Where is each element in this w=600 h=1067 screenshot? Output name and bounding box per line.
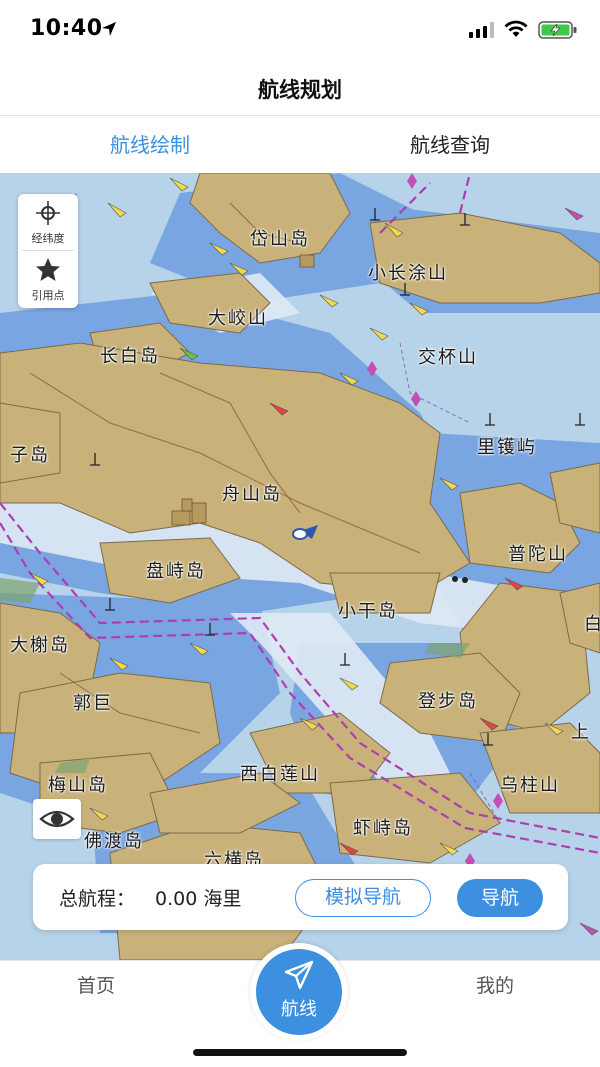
tabbar-item-home[interactable]: 首页 bbox=[77, 971, 115, 998]
map-tool-panel: 经纬度 引用点 bbox=[18, 194, 78, 308]
place-label: 子岛 bbox=[10, 445, 50, 466]
eye-locate-icon bbox=[39, 810, 75, 828]
tab-route-draw[interactable]: 航线绘制 bbox=[0, 117, 300, 173]
reference-point-button[interactable]: 引用点 bbox=[18, 251, 78, 307]
location-arrow-icon bbox=[102, 22, 116, 36]
route-button-label: 航线 bbox=[281, 999, 317, 1020]
place-label: 大峧山 bbox=[208, 308, 268, 329]
page-title: 航线规划 bbox=[258, 78, 342, 102]
status-time: 10:40 bbox=[30, 16, 103, 41]
place-label: 盘峙岛 bbox=[146, 561, 206, 582]
battery-charging-icon bbox=[538, 21, 577, 39]
cellular-signal-icon bbox=[469, 22, 494, 38]
place-label: 交杯山 bbox=[418, 347, 478, 368]
simulate-navigation-button[interactable]: 模拟导航 bbox=[295, 879, 431, 917]
place-label: 郭巨 bbox=[73, 693, 113, 714]
place-label: 小长涂山 bbox=[368, 263, 448, 284]
place-label: 岱山岛 bbox=[250, 229, 310, 250]
coordinates-label: 经纬度 bbox=[31, 232, 65, 245]
place-label: 乌柱山 bbox=[500, 775, 560, 796]
segment-tabs: 航线绘制 航线查询 bbox=[0, 117, 600, 173]
start-navigation-button[interactable]: 导航 bbox=[457, 879, 543, 917]
star-icon bbox=[36, 258, 60, 281]
route-summary-card: 总航程： 0.00 海里 模拟导航 导航 bbox=[33, 864, 568, 930]
place-label: 里镬屿 bbox=[477, 437, 537, 458]
place-label: 西白莲山 bbox=[240, 764, 320, 785]
reference-point-label: 引用点 bbox=[31, 289, 65, 302]
wifi-icon bbox=[504, 20, 528, 37]
place-label: 虾峙岛 bbox=[353, 818, 413, 839]
navigation-bar: 航线规划 bbox=[0, 60, 600, 116]
place-label: 长白岛 bbox=[100, 346, 160, 367]
locate-me-button[interactable] bbox=[33, 799, 81, 839]
total-distance-label: 总航程： bbox=[59, 888, 136, 910]
coordinates-button[interactable]: 经纬度 bbox=[18, 194, 78, 250]
home-indicator bbox=[193, 1049, 407, 1056]
tabbar-item-mine[interactable]: 我的 bbox=[476, 971, 514, 998]
status-bar: 10:40 bbox=[0, 0, 600, 60]
place-label: 梅山岛 bbox=[48, 775, 108, 796]
crosshair-icon bbox=[36, 201, 60, 225]
place-label: 舟山岛 bbox=[222, 484, 282, 505]
route-button-circle: 航线 bbox=[256, 949, 342, 1035]
place-label: 小干岛 bbox=[338, 601, 398, 622]
tabbar-item-route[interactable]: 航线 bbox=[250, 943, 348, 1041]
place-label: 白 bbox=[584, 614, 600, 635]
nautical-chart-map[interactable]: 岱山岛 小长涂山 大峧山 长白岛 交杯山 子岛 里镬屿 舟山岛 普陀山 盘峙岛 … bbox=[0, 173, 600, 960]
place-label: 普陀山 bbox=[508, 544, 568, 565]
place-label: 佛渡岛 bbox=[84, 831, 144, 852]
tab-route-query[interactable]: 航线查询 bbox=[300, 117, 600, 173]
paper-plane-icon bbox=[284, 960, 314, 990]
total-distance-value: 0.00 海里 bbox=[155, 888, 242, 910]
place-label: 登步岛 bbox=[418, 691, 478, 712]
place-label: 大榭岛 bbox=[10, 635, 70, 656]
place-label: 上 bbox=[571, 722, 591, 743]
